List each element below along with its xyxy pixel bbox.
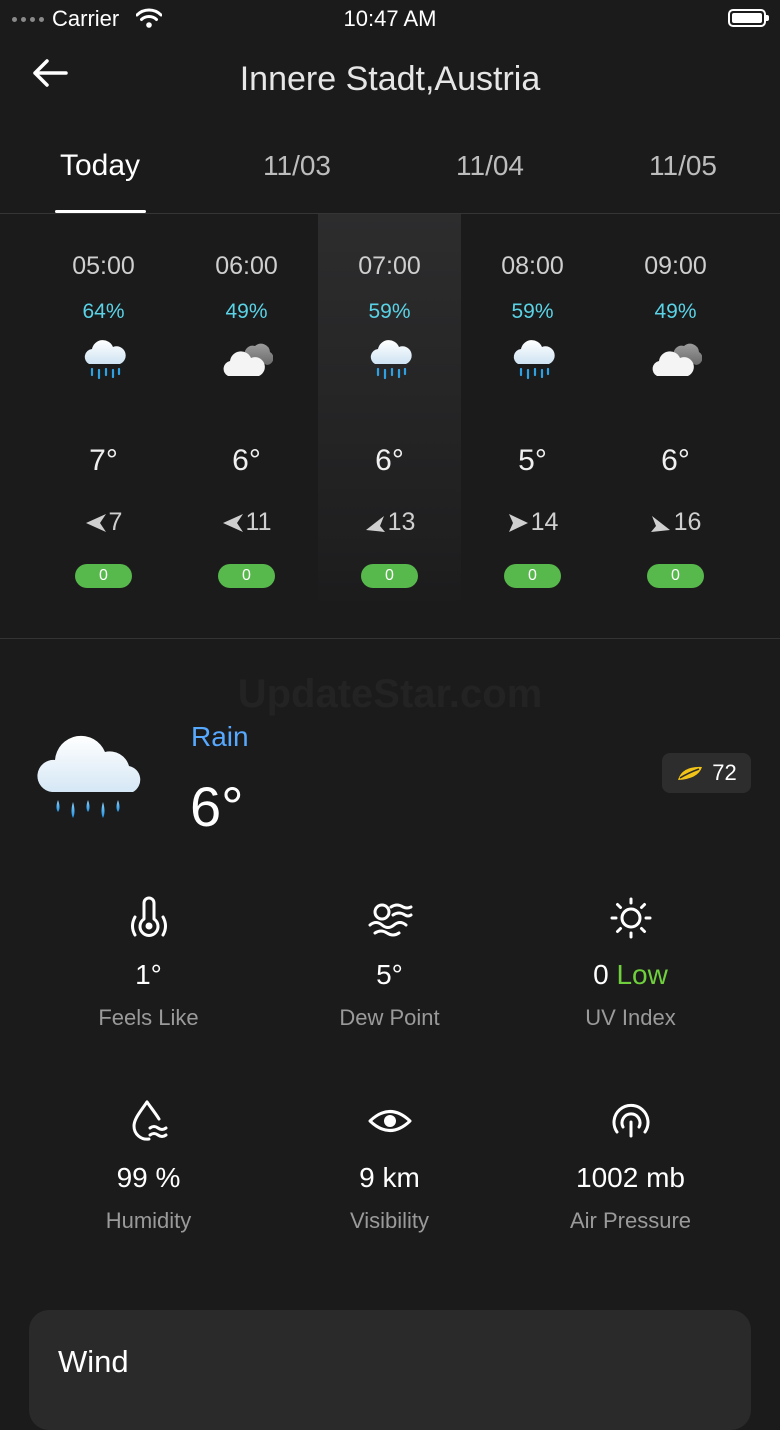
status-time: 10:47 AM <box>343 6 437 31</box>
day-tabs: Today 11/03 11/04 11/05 <box>0 140 780 214</box>
eye-icon <box>368 1110 411 1132</box>
dew-point-icon <box>368 903 412 937</box>
precip-probability: 49% <box>225 300 268 323</box>
visibility-label: Visibility <box>349 1208 430 1233</box>
detail-uv-index: 0 Low UV Index <box>510 895 751 1031</box>
overcast-cloud-icon <box>652 343 702 376</box>
aqi-value: 72 <box>712 760 737 785</box>
rain-cloud-icon <box>84 340 126 380</box>
section-divider <box>0 638 780 639</box>
uv-number: 0 <box>593 959 609 990</box>
current-condition: Rain <box>191 721 249 752</box>
wind-card-title: Wind <box>58 1344 129 1379</box>
hour-time: 05:00 <box>72 252 135 280</box>
feels-like-label: Feels Like <box>98 1005 199 1030</box>
detail-air-pressure: 1002 mb Air Pressure <box>510 1098 751 1234</box>
hour-wind: 11 <box>175 508 318 537</box>
wind-speed: 16 <box>673 508 702 536</box>
hour-temperature: 6° <box>375 444 404 477</box>
sun-icon <box>610 897 651 939</box>
aqi-pill: 0 <box>75 564 132 588</box>
hour-temperature: 7° <box>89 444 118 477</box>
rain-cloud-icon <box>513 340 555 380</box>
humidity-drop-icon <box>131 1100 167 1141</box>
humidity-value: 99 % <box>116 1162 181 1193</box>
visibility-value: 9 km <box>359 1162 420 1193</box>
wind-direction-east-icon <box>508 513 528 532</box>
wind-speed: 7 <box>108 508 123 536</box>
hourly-forecast: 05:00 64% 7° 7 0 06:00 49% 6° 11 0 07:00… <box>32 214 748 606</box>
wind-speed: 13 <box>387 508 416 536</box>
location-title: Innere Stadt,Austria <box>239 60 541 98</box>
aqi-pill: 0 <box>504 564 561 588</box>
hour-time: 08:00 <box>501 252 564 280</box>
tab-11-04[interactable]: 11/04 <box>420 150 560 182</box>
hourly-item[interactable]: 05:00 64% 7° 7 0 <box>32 214 175 606</box>
hour-temperature: 5° <box>518 444 547 477</box>
rain-cloud-icon <box>370 340 412 380</box>
detail-visibility: 9 km Visibility <box>269 1098 510 1234</box>
hour-wind: 7 <box>32 508 175 537</box>
hour-wind: 16 <box>604 508 747 537</box>
air-quality-badge[interactable]: 72 <box>662 753 751 793</box>
overcast-cloud-icon <box>223 343 273 376</box>
hour-temperature: 6° <box>232 444 261 477</box>
battery-icon <box>728 9 769 27</box>
air-pressure-label: Air Pressure <box>569 1208 692 1233</box>
humidity-label: Humidity <box>105 1208 192 1233</box>
leaf-icon <box>678 766 703 780</box>
dew-point-label: Dew Point <box>339 1005 440 1030</box>
hour-time: 07:00 <box>358 252 421 280</box>
precip-probability: 49% <box>654 300 697 323</box>
detail-dew-point: 5° Dew Point <box>269 895 510 1031</box>
hour-time: 09:00 <box>644 252 707 280</box>
precip-probability: 64% <box>82 300 125 323</box>
uv-index-label: UV Index <box>585 1005 676 1030</box>
uv-index-value: 0 Low <box>510 959 751 991</box>
wind-direction-south-east-icon <box>650 515 670 532</box>
hour-temperature: 6° <box>661 444 690 477</box>
pressure-gauge-icon <box>612 1103 649 1138</box>
aqi-pill: 0 <box>361 564 418 588</box>
wind-direction-west-icon <box>222 513 243 532</box>
tab-11-05[interactable]: 11/05 <box>613 150 753 182</box>
precip-probability: 59% <box>368 300 411 323</box>
hourly-item[interactable]: 08:00 59% 5° 14 0 <box>461 214 604 606</box>
air-pressure-value: 1002 mb <box>576 1162 685 1193</box>
tab-11-03[interactable]: 11/03 <box>227 150 367 182</box>
hour-wind: 14 <box>461 508 604 537</box>
aqi-pill: 0 <box>218 564 275 588</box>
detail-humidity: 99 % Humidity <box>28 1098 269 1234</box>
thermometer-icon <box>130 896 167 937</box>
rain-cloud-icon <box>37 735 141 818</box>
uv-level: Low <box>616 959 668 990</box>
detail-feels-like: 1° Feels Like <box>28 895 269 1031</box>
dew-point-value: 5° <box>376 959 403 990</box>
wind-speed: 14 <box>530 508 559 536</box>
wind-direction-west-icon <box>85 513 106 532</box>
wind-direction-north-west-icon <box>365 515 385 532</box>
hourly-item[interactable]: 06:00 49% 6° 11 0 <box>175 214 318 606</box>
aqi-pill: 0 <box>647 564 704 588</box>
watermark: UpdateStar.com <box>237 672 543 716</box>
wind-speed: 11 <box>245 508 272 536</box>
feels-like-value: 1° <box>135 959 162 990</box>
hour-time: 06:00 <box>215 252 278 280</box>
wind-card[interactable]: Wind <box>29 1310 751 1430</box>
tab-today[interactable]: Today <box>30 149 170 183</box>
status-bar: Carrier 10:47 AM <box>0 0 780 40</box>
hourly-item-selected[interactable]: 07:00 59% 6° 13 0 <box>318 214 461 606</box>
hour-wind: 13 <box>318 508 461 537</box>
current-temperature: 6° <box>190 775 244 838</box>
hourly-item[interactable]: 09:00 49% 6° 16 0 <box>604 214 747 606</box>
precip-probability: 59% <box>511 300 554 323</box>
